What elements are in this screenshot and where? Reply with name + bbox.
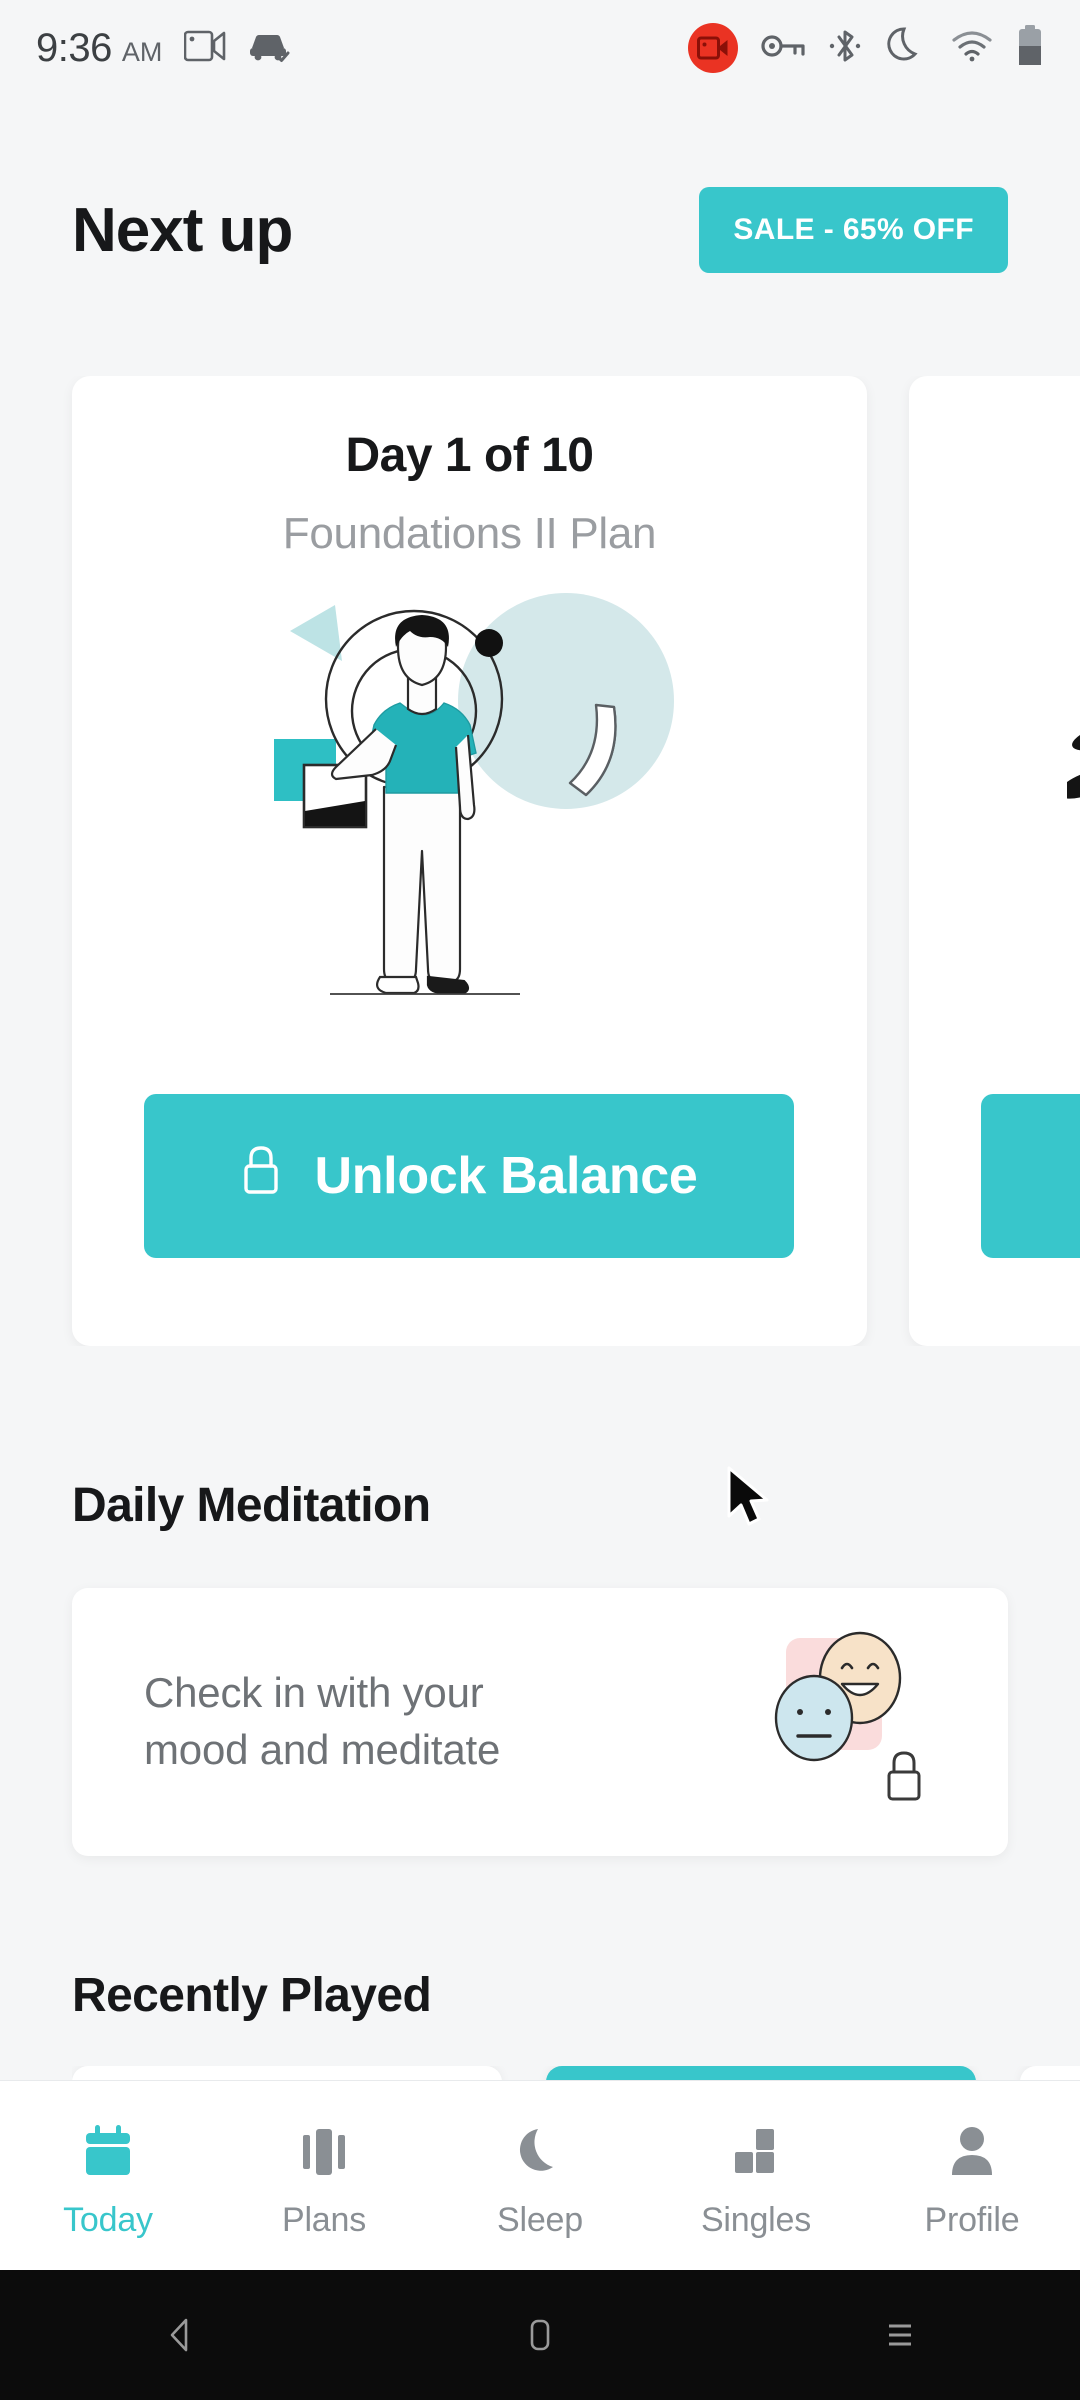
recently-played-heading: Recently Played [72, 1969, 432, 2022]
unlock-button-next[interactable] [981, 1094, 1080, 1258]
status-time: 9:36 [36, 25, 112, 70]
plan-name-label: Foundations II Plan [282, 509, 657, 558]
tab-singles-label: Singles [700, 2201, 812, 2239]
home-rounded-rect-icon[interactable] [480, 2270, 600, 2400]
daily-meditation-text-line2: mood and meditate [144, 1726, 501, 1773]
vpn-key-icon [760, 31, 806, 66]
daily-meditation-text: Check in with your mood and meditate [144, 1665, 500, 1778]
page-title: Next up [72, 195, 293, 265]
lock-icon [240, 1144, 282, 1209]
vpn-car-icon [248, 29, 292, 68]
tab-profile[interactable]: Profile [877, 2119, 1067, 2240]
status-bar-left: 9:36 AM [36, 26, 292, 71]
tab-today[interactable]: Today [13, 2119, 203, 2240]
plan-illustration-next [1058, 578, 1080, 1018]
tab-profile-label: Profile [924, 2201, 1020, 2239]
mood-faces-illustration [752, 1622, 952, 1822]
calendar-icon [77, 2119, 139, 2185]
recents-menu-icon[interactable] [840, 2270, 960, 2400]
android-nav-bar [0, 2270, 1080, 2400]
daily-meditation-card[interactable]: Check in with your mood and meditate [72, 1588, 1008, 1856]
unlock-balance-button[interactable]: Unlock Balance [144, 1094, 794, 1258]
battery-icon [1016, 24, 1044, 72]
bluetooth-icon [828, 27, 862, 70]
daily-meditation-heading: Daily Meditation [72, 1479, 431, 1532]
tab-sleep-label: Sleep [497, 2201, 583, 2239]
tab-plans-label: Plans [281, 2201, 367, 2239]
status-bar-right [688, 23, 1044, 73]
plan-illustration [230, 569, 710, 1009]
do-not-disturb-moon-icon [884, 24, 928, 73]
screen-record-icon [688, 23, 738, 73]
plan-card-next[interactable] [909, 376, 1080, 1346]
app-screen: 9:36 AM Next up SALE - 65% OFF Day 1 of … [0, 0, 1080, 2400]
sale-button[interactable]: SALE - 65% OFF [699, 187, 1008, 273]
plans-columns-icon [293, 2119, 355, 2185]
tab-singles[interactable]: Singles [661, 2119, 851, 2240]
bottom-tab-bar: Today Plans Sleep Singles Profile [0, 2080, 1080, 2270]
tab-sleep[interactable]: Sleep [445, 2119, 635, 2240]
blocks-icon [725, 2119, 787, 2185]
back-triangle-icon[interactable] [120, 2270, 240, 2400]
moon-icon [509, 2119, 571, 2185]
page-header: Next up SALE - 65% OFF [0, 150, 1080, 310]
plan-day-label: Day 1 of 10 [345, 429, 594, 482]
wifi-icon [950, 29, 994, 68]
tab-plans[interactable]: Plans [229, 2119, 419, 2240]
tab-today-label: Today [63, 2201, 153, 2239]
status-am-pm: AM [121, 36, 163, 67]
video-camera-icon [184, 29, 226, 68]
status-bar: 9:36 AM [0, 0, 1080, 96]
plan-carousel[interactable]: Day 1 of 10 Foundations II Plan Unlock B… [0, 376, 1080, 1346]
daily-meditation-text-line1: Check in with your [144, 1669, 484, 1717]
unlock-balance-label: Unlock Balance [314, 1147, 698, 1205]
plan-card[interactable]: Day 1 of 10 Foundations II Plan Unlock B… [72, 376, 867, 1346]
mouse-cursor [726, 1466, 778, 1537]
person-icon [941, 2119, 1003, 2185]
